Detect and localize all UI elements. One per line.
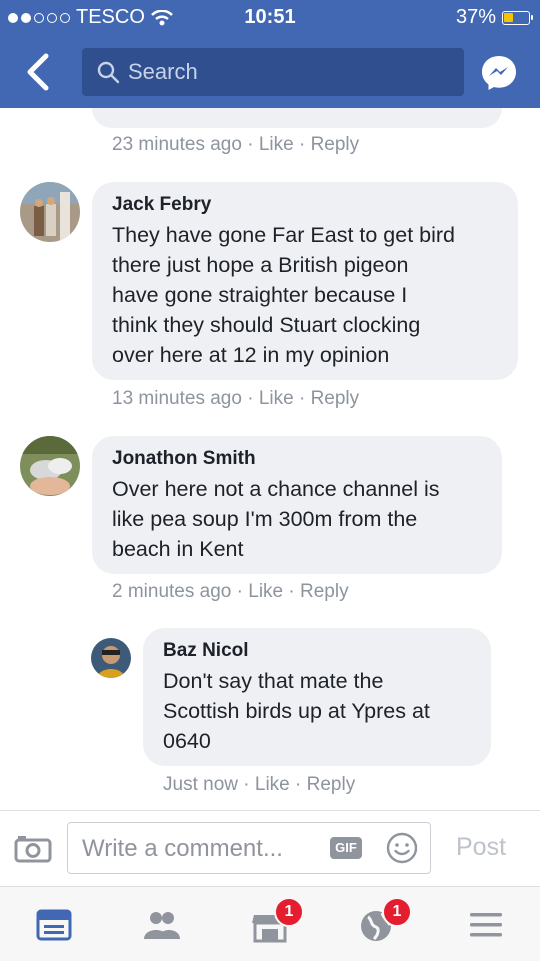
avatar-photo	[20, 436, 80, 496]
bottom-tab-bar: 1 1	[0, 886, 540, 961]
notification-badge: 1	[382, 897, 412, 927]
notifications-tab[interactable]: 1	[358, 897, 412, 945]
comment-meta: 13 minutes ago · Like · Reply	[112, 388, 359, 410]
search-placeholder: Search	[128, 59, 198, 84]
meta-separator: ·	[243, 774, 250, 795]
comment-author[interactable]: Jonathon Smith	[112, 448, 482, 470]
comment-line: like pea soup I'm 300m from the	[112, 507, 418, 531]
comment-composer: Write a comment... GIF Post	[0, 810, 540, 887]
meta-separator: ·	[298, 134, 306, 155]
emoji-smiley-icon[interactable]	[386, 832, 418, 864]
notification-badge: 1	[274, 897, 304, 927]
reply-link[interactable]: Reply	[311, 134, 360, 155]
comment-line: They have gone Far East to get bird	[112, 223, 456, 247]
meta-separator: ·	[298, 388, 306, 409]
comment-bubble: Jack Febry They have gone Far East to ge…	[92, 182, 518, 380]
like-link[interactable]: Like	[255, 774, 290, 795]
friends-icon[interactable]	[142, 905, 182, 945]
comment-bubble: Jonathon Smith Over here not a chance ch…	[92, 436, 502, 574]
battery-percent: 37%	[455, 6, 496, 28]
comment-line: think they should Stuart clocking	[112, 313, 421, 337]
comment-line: have gone straighter because I	[112, 283, 408, 307]
avatar[interactable]	[20, 182, 80, 242]
comment-line: Don't say that mate the	[163, 669, 384, 693]
meta-separator: ·	[288, 581, 295, 602]
reply-link[interactable]: Reply	[300, 581, 349, 602]
comment-bubble: mate	[92, 108, 502, 128]
avatar-photo	[20, 182, 80, 242]
app-header: TESCO 10:51 37% Search	[0, 0, 540, 108]
reply-bubble: Baz Nicol Don't say that mate the Scotti…	[143, 628, 491, 766]
avatar[interactable]	[91, 638, 131, 678]
comment-time: 13 minutes ago	[112, 388, 242, 409]
comment-input[interactable]: Write a comment... GIF	[67, 822, 431, 874]
news-feed-icon[interactable]	[34, 905, 74, 945]
comment-text: Over here not a chance channel is like p…	[112, 474, 482, 564]
comment-meta: 2 minutes ago · Like · Reply	[112, 581, 349, 603]
meta-separator: ·	[236, 581, 243, 602]
comment-text: Don't say that mate the Scottish birds u…	[163, 666, 471, 756]
meta-separator: ·	[247, 388, 254, 409]
gif-button[interactable]: GIF	[330, 837, 362, 859]
comment-line: Over here not a chance channel is	[112, 477, 440, 501]
comment-text: mate	[112, 108, 156, 109]
comment-placeholder: Write a comment...	[82, 835, 283, 862]
meta-separator: ·	[295, 774, 302, 795]
comment-text: They have gone Far East to get bird ther…	[112, 220, 498, 370]
comment-line: beach in Kent	[112, 537, 244, 561]
messenger-icon[interactable]	[480, 54, 518, 92]
marketplace-tab[interactable]: 1	[250, 897, 304, 945]
comment-time: Just now	[163, 774, 238, 795]
meta-separator: ·	[247, 134, 254, 155]
back-chevron-icon[interactable]	[22, 52, 54, 92]
reply-link[interactable]: Reply	[311, 388, 360, 409]
camera-icon[interactable]	[14, 835, 52, 863]
avatar[interactable]	[20, 436, 80, 496]
reply-link[interactable]: Reply	[307, 774, 356, 795]
comment-meta: Just now · Like · Reply	[163, 774, 355, 796]
comment-line: 0640	[163, 729, 211, 753]
avatar-photo	[91, 638, 131, 678]
like-link[interactable]: Like	[259, 388, 294, 409]
comment-time: 2 minutes ago	[112, 581, 232, 602]
status-bar: TESCO 10:51 37%	[0, 0, 540, 36]
comment-author[interactable]: Jack Febry	[112, 194, 498, 216]
menu-icon[interactable]	[466, 905, 506, 945]
comment-line: over here at 12 in my opinion	[112, 343, 390, 367]
post-button[interactable]: Post	[456, 833, 506, 862]
comment-author[interactable]: Baz Nicol	[163, 640, 471, 662]
search-input[interactable]: Search	[82, 48, 464, 96]
comment-line: Scottish birds up at Ypres at	[163, 699, 430, 723]
battery-icon	[502, 10, 533, 25]
comment-thread: mate 23 minutes ago · Like · Reply Jack …	[0, 108, 540, 810]
comment-time: 23 minutes ago	[112, 134, 242, 155]
search-icon	[97, 61, 120, 84]
comment-meta: 23 minutes ago · Like · Reply	[112, 134, 359, 156]
like-link[interactable]: Like	[248, 581, 283, 602]
like-link[interactable]: Like	[259, 134, 294, 155]
comment-line: there just hope a British pigeon	[112, 253, 409, 277]
